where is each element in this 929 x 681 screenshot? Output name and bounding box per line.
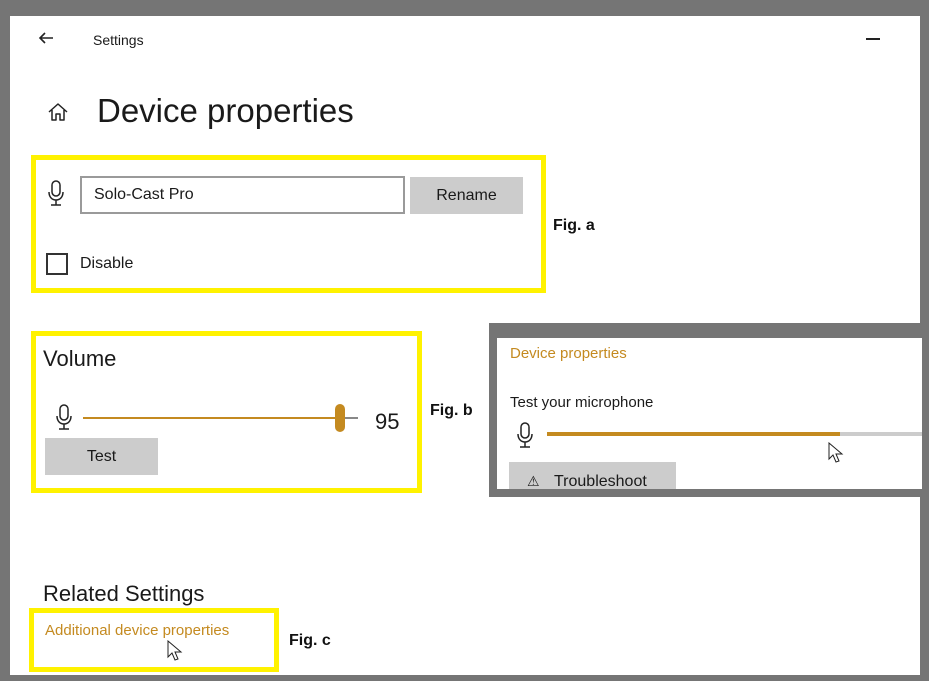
test-button[interactable]: Test <box>45 438 158 475</box>
page-title: Device properties <box>97 92 354 129</box>
minimize-icon[interactable] <box>866 38 880 40</box>
window-title: Settings <box>93 32 144 48</box>
volume-slider-fill <box>83 417 340 419</box>
volume-slider[interactable] <box>83 404 358 432</box>
inset-content: Device properties Test your microphone ⚠… <box>497 338 922 489</box>
figure-label-c: Fig. c <box>289 632 331 649</box>
home-icon[interactable] <box>46 100 70 124</box>
mic-level-meter <box>547 432 922 436</box>
microphone-icon <box>55 402 73 432</box>
additional-device-properties-link[interactable]: Additional device properties <box>45 622 229 639</box>
volume-title: Volume <box>43 346 117 371</box>
inset-heading: Device properties <box>510 345 627 362</box>
arrow-left-icon[interactable] <box>36 28 56 48</box>
volume-slider-thumb[interactable] <box>334 404 345 432</box>
disable-checkbox[interactable] <box>46 253 68 275</box>
rename-button[interactable]: Rename <box>410 177 523 214</box>
mic-level-fill <box>547 432 840 436</box>
figure-label-a: Fig. a <box>553 217 595 234</box>
microphone-icon <box>516 420 534 450</box>
inset-panel: Device properties Test your microphone ⚠… <box>489 323 929 497</box>
highlight-box-c <box>29 608 279 672</box>
troubleshoot-label: Troubleshoot <box>554 473 647 489</box>
figure-label-b: Fig. b <box>430 402 473 419</box>
cursor-icon <box>828 441 844 469</box>
device-name-input[interactable] <box>80 176 405 214</box>
disable-label: Disable <box>80 255 134 272</box>
volume-value: 95 <box>375 409 400 434</box>
frame-left <box>0 0 10 681</box>
frame-top <box>0 0 929 16</box>
frame-bottom <box>0 675 929 681</box>
microphone-icon <box>47 178 65 208</box>
test-mic-label: Test your microphone <box>510 394 654 411</box>
cursor-icon <box>167 639 183 667</box>
warning-icon: ⚠ <box>527 473 540 489</box>
troubleshoot-button[interactable]: ⚠ Troubleshoot <box>509 462 676 489</box>
related-settings-title: Related Settings <box>43 581 205 606</box>
